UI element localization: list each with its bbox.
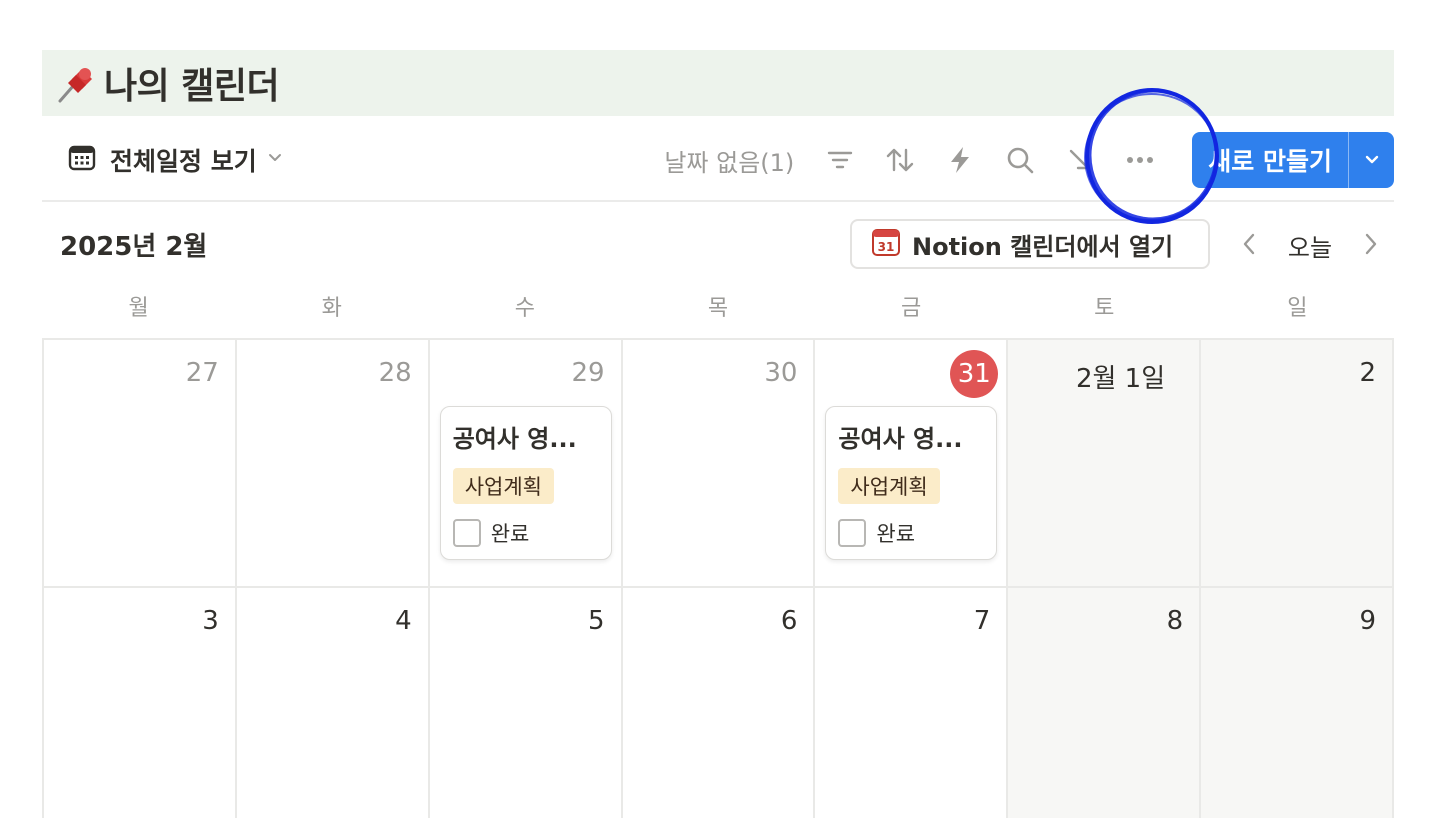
day-number: 3 <box>202 606 219 636</box>
event-title: 공여사 영... <box>838 425 963 453</box>
svg-text:31: 31 <box>878 240 895 254</box>
view-name: 전체일정 보기 <box>110 147 257 176</box>
weekday-label: 일 <box>1287 296 1308 321</box>
day-number: 9 <box>1359 606 1376 636</box>
day-number: 30 <box>764 358 798 388</box>
chevron-down-icon <box>1365 155 1378 164</box>
event-card[interactable]: 공여사 영... 사업계획 완료 <box>825 406 998 560</box>
calendar-day-cell[interactable]: 29 공여사 영... 사업계획 완료 <box>429 340 623 588</box>
day-number: 5 <box>588 606 605 636</box>
event-tag: 사업계획 <box>838 468 940 504</box>
page-header: 나의 캘린더 <box>42 50 1394 116</box>
new-dropdown-button[interactable] <box>1348 132 1394 188</box>
event-checkbox-row: 완료 <box>452 518 599 548</box>
chevron-down-icon <box>265 148 285 172</box>
today-day-number: 31 <box>950 350 999 398</box>
sort-icon[interactable] <box>884 144 916 176</box>
calendar-day-cell[interactable]: 4 <box>236 588 430 818</box>
calendar-31-icon: 31 <box>872 228 900 260</box>
calendar-day-cell[interactable]: 2 <box>1201 340 1394 588</box>
weekday-label: 금 <box>900 296 922 321</box>
day-number: 27 <box>185 358 219 388</box>
calendar-day-cell[interactable]: 3 <box>44 588 237 818</box>
weekday-label: 목 <box>707 296 729 321</box>
chevron-left-icon <box>1243 233 1255 255</box>
day-number: 7 <box>973 606 991 636</box>
next-month-button[interactable] <box>1356 228 1386 260</box>
calendar-day-cell[interactable]: 7 <box>815 588 1009 818</box>
calendar-day-cell[interactable]: 9 <box>1201 588 1394 818</box>
done-label: 완료 <box>876 522 916 546</box>
done-checkbox[interactable] <box>838 519 867 547</box>
calendar-day-cell[interactable]: 8 <box>1008 588 1202 818</box>
previous-month-button[interactable] <box>1234 228 1264 260</box>
weekday-header: 월 화 수 목 금 토 일 <box>42 290 1394 326</box>
filter-icon[interactable] <box>824 144 856 176</box>
day-number: 29 <box>571 358 605 388</box>
open-in-notion-calendar-button[interactable]: 31 Notion 캘린더에서 열기 <box>850 219 1210 269</box>
event-tag: 사업계획 <box>452 468 554 504</box>
calendar-day-cell[interactable]: 31 공여사 영... 사업계획 완료 <box>815 340 1009 588</box>
calendar-day-cell[interactable]: 2월 1일 <box>1008 340 1202 588</box>
lightning-icon[interactable] <box>944 144 976 176</box>
day-number: 8 <box>1166 606 1184 636</box>
done-label: 완료 <box>490 522 530 546</box>
day-number: 2월 1일 <box>1075 364 1166 394</box>
calendar-icon <box>68 144 96 176</box>
calendar-day-cell[interactable]: 5 <box>429 588 623 818</box>
weekday-label: 월 <box>128 296 149 321</box>
event-checkbox-row: 완료 <box>838 518 984 548</box>
day-number: 28 <box>378 358 412 388</box>
calendar-day-cell[interactable]: 28 <box>236 340 430 588</box>
weekday-label: 토 <box>1094 296 1115 321</box>
page-title[interactable]: 나의 캘린더 <box>104 57 280 109</box>
resize-arrow-icon[interactable] <box>1064 144 1096 176</box>
search-icon[interactable] <box>1004 144 1036 176</box>
calendar-day-cell[interactable]: 6 <box>622 588 816 818</box>
event-title: 공여사 영... <box>452 425 577 453</box>
more-icon[interactable] <box>1124 144 1156 176</box>
day-number: 4 <box>395 606 412 636</box>
pushpin-icon[interactable] <box>54 61 98 105</box>
view-switcher[interactable]: 전체일정 보기 <box>42 142 285 178</box>
open-in-notion-calendar-label: Notion 캘린더에서 열기 <box>912 232 1174 261</box>
day-number: 2 <box>1359 358 1376 388</box>
day-number: 6 <box>780 606 798 636</box>
done-checkbox[interactable] <box>452 519 481 547</box>
database-toolbar: 전체일정 보기 날짜 없음(1) 새로 만들기 <box>42 130 1394 190</box>
notion-calendar-page: 나의 캘린더 전체일정 보기 날짜 없음(1) 새로 만들기 2025년 2월 … <box>0 0 1450 818</box>
calendar-day-cell[interactable]: 30 <box>622 340 816 588</box>
toolbar-divider <box>42 200 1394 202</box>
new-button-group: 새로 만들기 <box>1192 132 1394 188</box>
toolbar-actions: 날짜 없음(1) 새로 만들기 <box>664 132 1394 188</box>
event-card[interactable]: 공여사 영... 사업계획 완료 <box>439 406 612 560</box>
chevron-right-icon <box>1365 233 1377 255</box>
no-date-button[interactable]: 날짜 없음(1) <box>664 143 794 178</box>
calendar-day-cell[interactable]: 27 <box>44 340 237 588</box>
month-label: 2025년 2월 <box>60 232 208 262</box>
today-button[interactable]: 오늘 <box>1276 226 1344 264</box>
weekday-label: 화 <box>321 296 342 321</box>
weekday-label: 수 <box>514 296 535 321</box>
new-button[interactable]: 새로 만들기 <box>1192 132 1348 188</box>
calendar-grid: 27 28 29 공여사 영... 사업계획 완료 30 31 공여사 영...… <box>42 338 1394 818</box>
